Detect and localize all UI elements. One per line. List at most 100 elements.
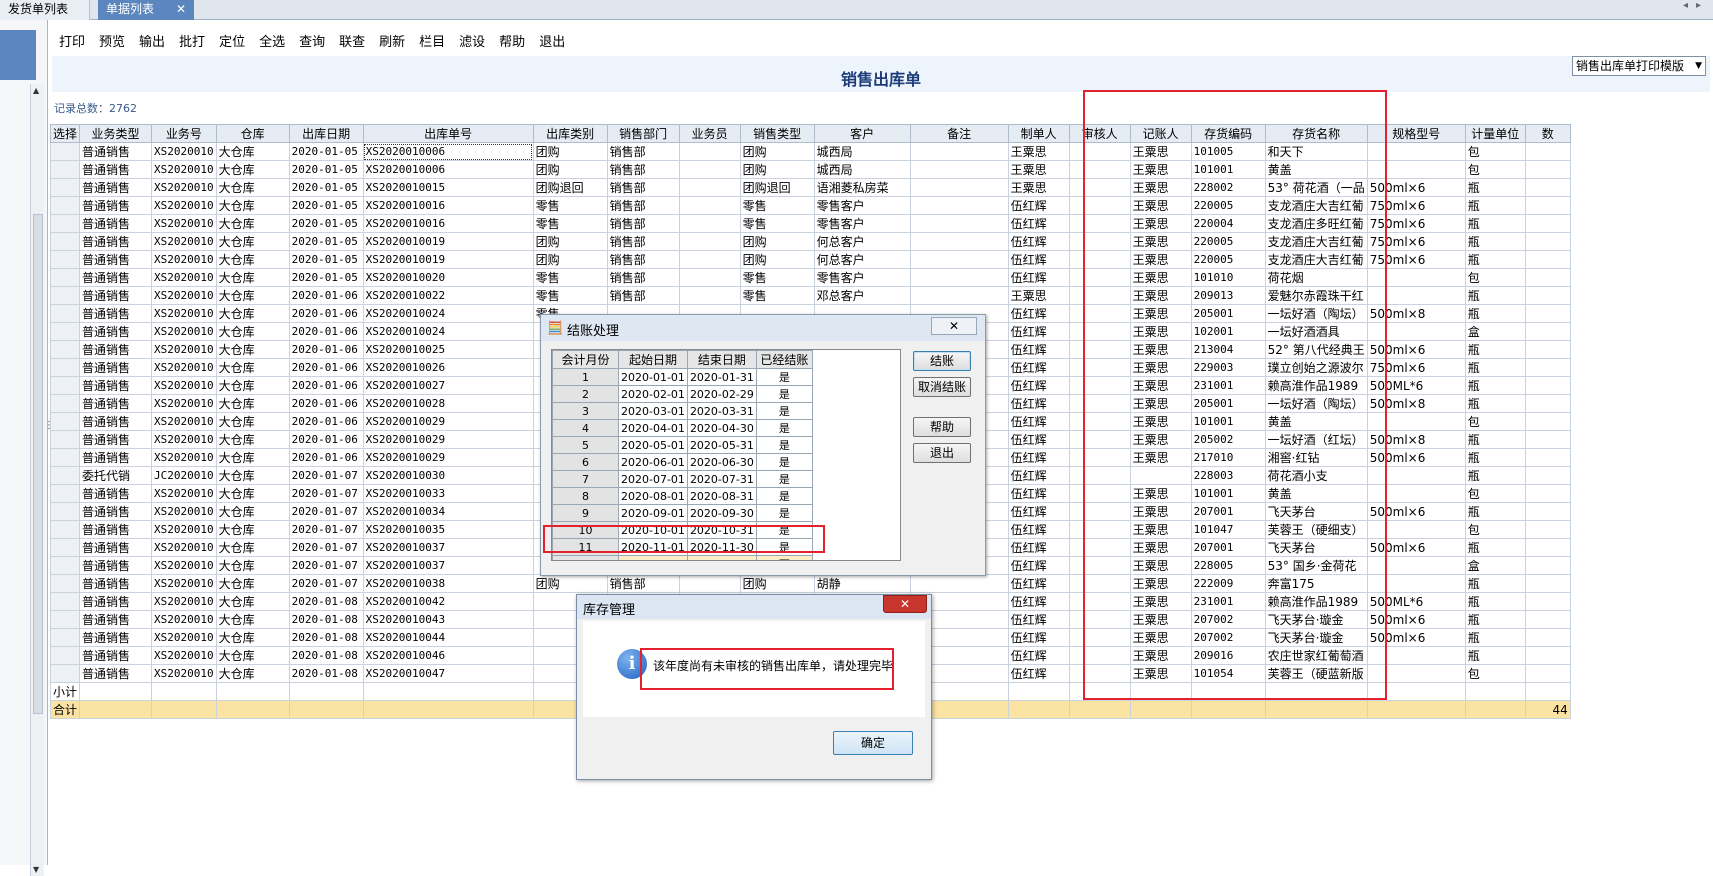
close-account-button[interactable]: 结账 <box>913 351 971 371</box>
table-row[interactable]: 普通销售 XS2020010 大仓库 2020-01-05 XS2020010006 团购… <box>49 142 1571 161</box>
nav-selected-item[interactable] <box>0 30 36 80</box>
select-cell[interactable] <box>49 412 81 431</box>
column-header[interactable]: 审核人 <box>1068 124 1131 143</box>
column-header[interactable]: 选择 <box>49 124 81 143</box>
toolbar-button-6[interactable]: 查询 <box>292 30 332 54</box>
select-cell[interactable] <box>49 178 81 197</box>
select-cell[interactable] <box>49 322 81 341</box>
column-header[interactable]: 业务员 <box>678 124 741 143</box>
column-header[interactable]: 规格型号 <box>1366 124 1466 143</box>
cancel-close-button[interactable]: 取消结账 <box>913 377 971 397</box>
select-cell[interactable] <box>49 592 81 611</box>
close-icon[interactable]: ✕ <box>176 0 186 19</box>
column-header[interactable]: 业务号 <box>151 124 217 143</box>
month-row[interactable]: 3 2020-03-01 2020-03-31 是 <box>552 402 813 420</box>
close-icon[interactable]: ✕ <box>883 595 927 613</box>
close-icon[interactable]: ✕ <box>931 317 977 335</box>
select-cell[interactable] <box>49 232 81 251</box>
month-row[interactable]: 4 2020-04-01 2020-04-30 是 <box>552 419 813 437</box>
table-row[interactable]: 普通销售 XS2020010 大仓库 2020-01-05 XS2020010019 团购… <box>49 232 1571 251</box>
select-cell[interactable] <box>49 376 81 395</box>
table-row[interactable]: 普通销售 XS2020010 大仓库 2020-01-06 XS2020010022 零售… <box>49 286 1571 305</box>
select-cell[interactable] <box>49 538 81 557</box>
select-cell[interactable] <box>49 520 81 539</box>
toolbar-button-9[interactable]: 栏目 <box>412 30 452 54</box>
column-header[interactable]: 销售部门 <box>606 124 680 143</box>
month-row[interactable]: 122020-12-012020-12-31否 <box>552 555 813 560</box>
select-cell[interactable] <box>49 466 81 485</box>
table-row[interactable]: 普通销售 XS2020010 大仓库 2020-01-05 XS2020010016 零售… <box>49 214 1571 233</box>
column-header[interactable]: 出库单号 <box>362 124 534 143</box>
column-header[interactable]: 仓库 <box>215 124 290 143</box>
tab-scroll-arrows-icon[interactable]: ◂▸ <box>1683 0 1709 11</box>
month-row[interactable]: 9 2020-09-01 2020-09-30 是 <box>552 504 813 522</box>
print-template-select[interactable]: 销售出库单打印模版 ▼ <box>1572 56 1706 76</box>
toolbar-button-5[interactable]: 全选 <box>252 30 292 54</box>
select-cell[interactable] <box>49 214 81 233</box>
select-cell[interactable] <box>49 610 81 629</box>
toolbar-button-7[interactable]: 联查 <box>332 30 372 54</box>
column-header[interactable]: 业务类型 <box>79 124 153 143</box>
help-button[interactable]: 帮助 <box>913 417 971 437</box>
table-row[interactable]: 普通销售 XS2020010 大仓库 2020-01-05 XS2020010006 团购… <box>49 160 1571 179</box>
month-row[interactable]: 1 2020-01-01 2020-01-31 是 <box>552 368 813 386</box>
column-header[interactable]: 记账人 <box>1129 124 1192 143</box>
toolbar-button-10[interactable]: 滤设 <box>452 30 492 54</box>
toolbar-button-11[interactable]: 帮助 <box>492 30 532 54</box>
tab-delivery-list[interactable]: 发货单列表 <box>0 0 90 20</box>
tab-document-list[interactable]: 单据列表 ✕ <box>98 0 194 20</box>
column-header[interactable]: 计量单位 <box>1464 124 1526 143</box>
column-header[interactable]: 存货名称 <box>1264 124 1368 143</box>
column-header[interactable]: 制单人 <box>1007 124 1070 143</box>
toolbar-button-2[interactable]: 输出 <box>132 30 172 54</box>
select-cell[interactable] <box>49 160 81 179</box>
select-cell[interactable] <box>49 268 81 287</box>
column-header[interactable]: 备注 <box>909 124 1009 143</box>
column-header[interactable]: 存货编码 <box>1190 124 1266 143</box>
select-cell[interactable] <box>49 502 81 521</box>
select-cell[interactable] <box>49 664 81 683</box>
select-cell[interactable] <box>49 304 81 323</box>
month-row[interactable]: 7 2020-07-01 2020-07-31 是 <box>552 470 813 488</box>
select-cell[interactable] <box>49 556 81 575</box>
scroll-up-icon[interactable]: ▲ <box>33 86 39 95</box>
month-row[interactable]: 10 2020-10-01 2020-10-31 是 <box>552 521 813 539</box>
month-row[interactable]: 5 2020-05-01 2020-05-31 是 <box>552 436 813 454</box>
table-row[interactable]: 普通销售 XS2020010 大仓库 2020-01-07 XS2020010038 团购… <box>49 574 1571 593</box>
toolbar-button-0[interactable]: 打印 <box>52 30 92 54</box>
select-cell[interactable] <box>49 628 81 647</box>
select-cell[interactable] <box>49 340 81 359</box>
table-row[interactable]: 普通销售 XS2020010 大仓库 2020-01-05 XS2020010015 团购… <box>49 178 1571 197</box>
table-row[interactable]: 普通销售 XS2020010 大仓库 2020-01-05 XS2020010019 团购… <box>49 250 1571 269</box>
scrollbar-thumb[interactable] <box>33 214 43 714</box>
exit-button[interactable]: 退出 <box>913 443 971 463</box>
table-row[interactable]: 普通销售 XS2020010 大仓库 2020-01-05 XS2020010016 零售… <box>49 196 1571 215</box>
select-cell[interactable] <box>49 286 81 305</box>
column-header[interactable]: 销售类型 <box>739 124 815 143</box>
month-row[interactable]: 11 2020-11-01 2020-11-30 是 <box>552 538 813 556</box>
select-cell[interactable] <box>49 448 81 467</box>
column-header[interactable]: 出库类别 <box>532 124 608 143</box>
ok-button[interactable]: 确定 <box>833 731 913 755</box>
select-cell[interactable] <box>49 142 81 161</box>
toolbar-button-3[interactable]: 批打 <box>172 30 212 54</box>
month-row[interactable]: 8 2020-08-01 2020-08-31 是 <box>552 487 813 505</box>
select-cell[interactable] <box>49 394 81 413</box>
column-header[interactable]: 客户 <box>813 124 911 143</box>
toolbar-button-1[interactable]: 预览 <box>92 30 132 54</box>
month-row[interactable]: 6 2020-06-01 2020-06-30 是 <box>552 453 813 471</box>
month-row[interactable]: 2 2020-02-01 2020-02-29 是 <box>552 385 813 403</box>
select-cell[interactable] <box>49 196 81 215</box>
toolbar-button-8[interactable]: 刷新 <box>372 30 412 54</box>
table-row[interactable]: 普通销售 XS2020010 大仓库 2020-01-05 XS2020010020 零售… <box>49 268 1571 287</box>
column-header[interactable]: 出库日期 <box>288 124 364 143</box>
left-scrollbar[interactable]: ▲ ▼ <box>30 84 44 876</box>
column-header[interactable]: 数 <box>1524 124 1571 143</box>
select-cell[interactable] <box>49 358 81 377</box>
select-cell[interactable] <box>49 250 81 269</box>
scroll-down-icon[interactable]: ▼ <box>33 865 39 874</box>
toolbar-button-12[interactable]: 退出 <box>532 30 572 54</box>
select-cell[interactable] <box>49 430 81 449</box>
select-cell[interactable] <box>49 646 81 665</box>
select-cell[interactable] <box>49 574 81 593</box>
